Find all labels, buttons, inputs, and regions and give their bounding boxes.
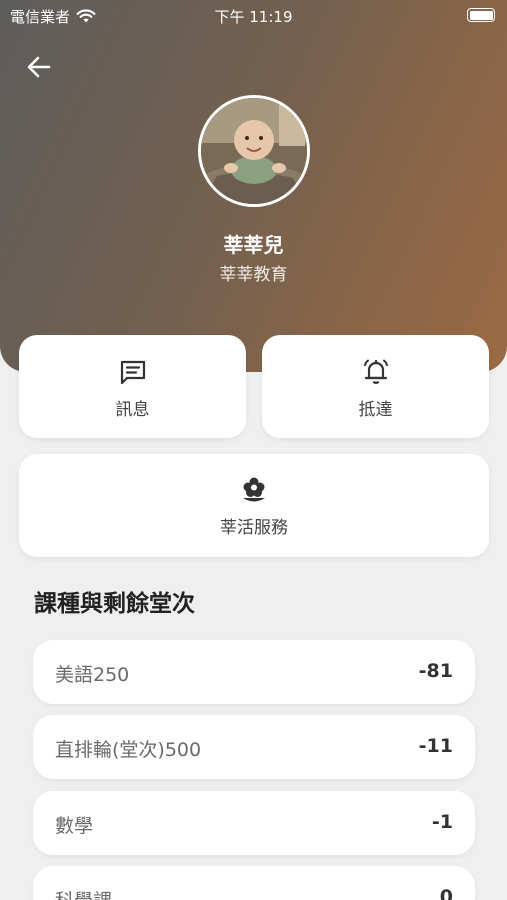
course-row[interactable]: 科學課 0	[33, 866, 475, 900]
course-name: 數學	[55, 815, 94, 837]
messages-button[interactable]: 訊息	[19, 335, 246, 438]
course-name: 直排輪(堂次)500	[55, 739, 202, 761]
status-bar: 電信業者 下午 11:19	[0, 0, 507, 32]
flower-icon	[243, 477, 265, 502]
course-row[interactable]: 數學 -1	[33, 791, 475, 855]
status-time: 下午 11:19	[214, 8, 293, 26]
messages-label: 訊息	[115, 400, 150, 420]
course-row[interactable]: 美語250 -81	[33, 640, 475, 704]
message-icon	[120, 360, 145, 385]
arrival-button[interactable]: 抵達	[262, 335, 489, 438]
avatar[interactable]	[198, 95, 310, 207]
avatar-photo	[201, 98, 307, 204]
course-remaining: 0	[439, 886, 453, 900]
profile-organization: 莘莘教育	[219, 265, 288, 285]
arrival-label: 抵達	[358, 400, 393, 420]
bell-icon	[363, 359, 388, 384]
profile-name: 莘莘兒	[223, 233, 284, 257]
course-name: 科學課	[55, 886, 112, 900]
course-remaining: -1	[431, 811, 453, 833]
courses-section-title: 課種與剩餘堂次	[34, 591, 195, 617]
course-remaining: -81	[418, 660, 453, 682]
back-button[interactable]	[22, 50, 56, 84]
service-label: 莘活服務	[220, 518, 288, 538]
battery-icon	[467, 8, 495, 22]
arrow-left-icon	[27, 56, 51, 78]
course-name: 美語250	[55, 664, 130, 686]
service-button[interactable]: 莘活服務	[19, 454, 489, 557]
course-row[interactable]: 直排輪(堂次)500 -11	[33, 715, 475, 779]
battery-level	[469, 10, 493, 20]
course-remaining: -11	[418, 735, 453, 757]
